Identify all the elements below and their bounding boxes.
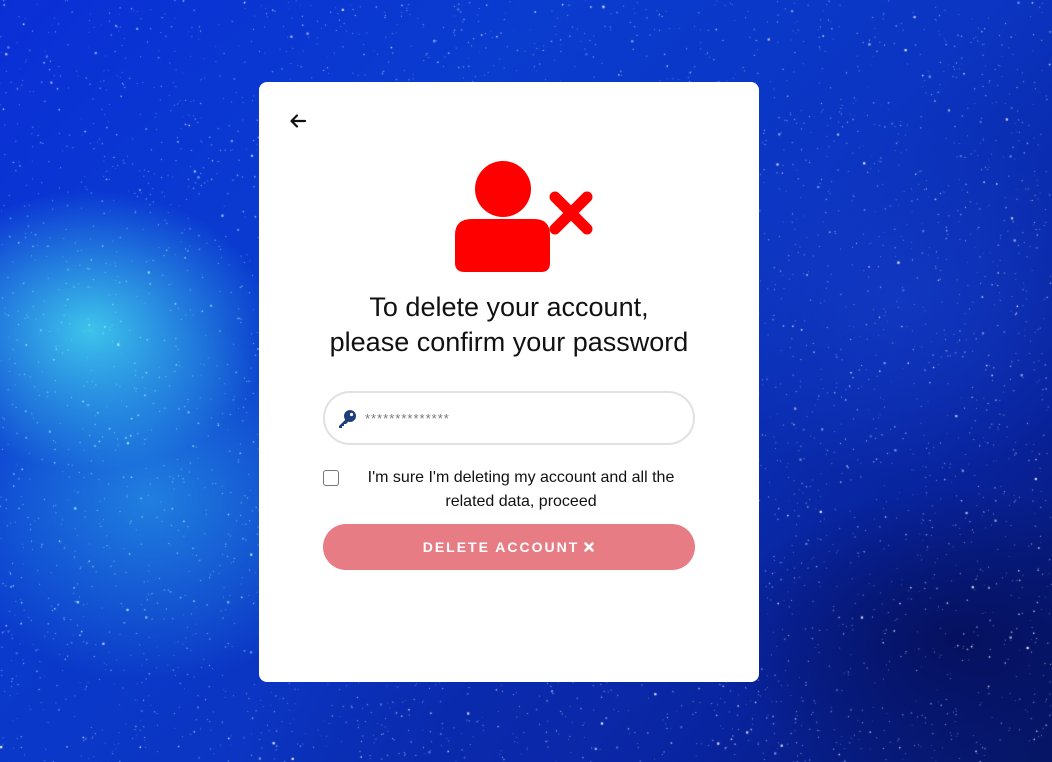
password-field[interactable] [323, 391, 695, 445]
delete-account-card: To delete your account, please confirm y… [259, 82, 759, 682]
delete-account-label: DELETE ACCOUNT [422, 539, 580, 555]
confirm-checkbox[interactable] [323, 470, 339, 486]
title-line-2: please confirm your password [329, 327, 689, 357]
times-icon [584, 542, 595, 552]
arrow-left-icon [290, 114, 307, 128]
back-button[interactable] [287, 110, 309, 132]
key-icon [339, 410, 356, 428]
title-line-1: To delete your account, [369, 292, 649, 322]
password-input[interactable] [365, 405, 675, 431]
delete-account-button[interactable]: DELETE ACCOUNT [323, 524, 695, 570]
confirm-label: I'm sure I'm deleting my account and all… [367, 469, 675, 510]
page-title: To delete your account, please confirm y… [259, 290, 759, 360]
user-delete-icon [455, 161, 593, 272]
